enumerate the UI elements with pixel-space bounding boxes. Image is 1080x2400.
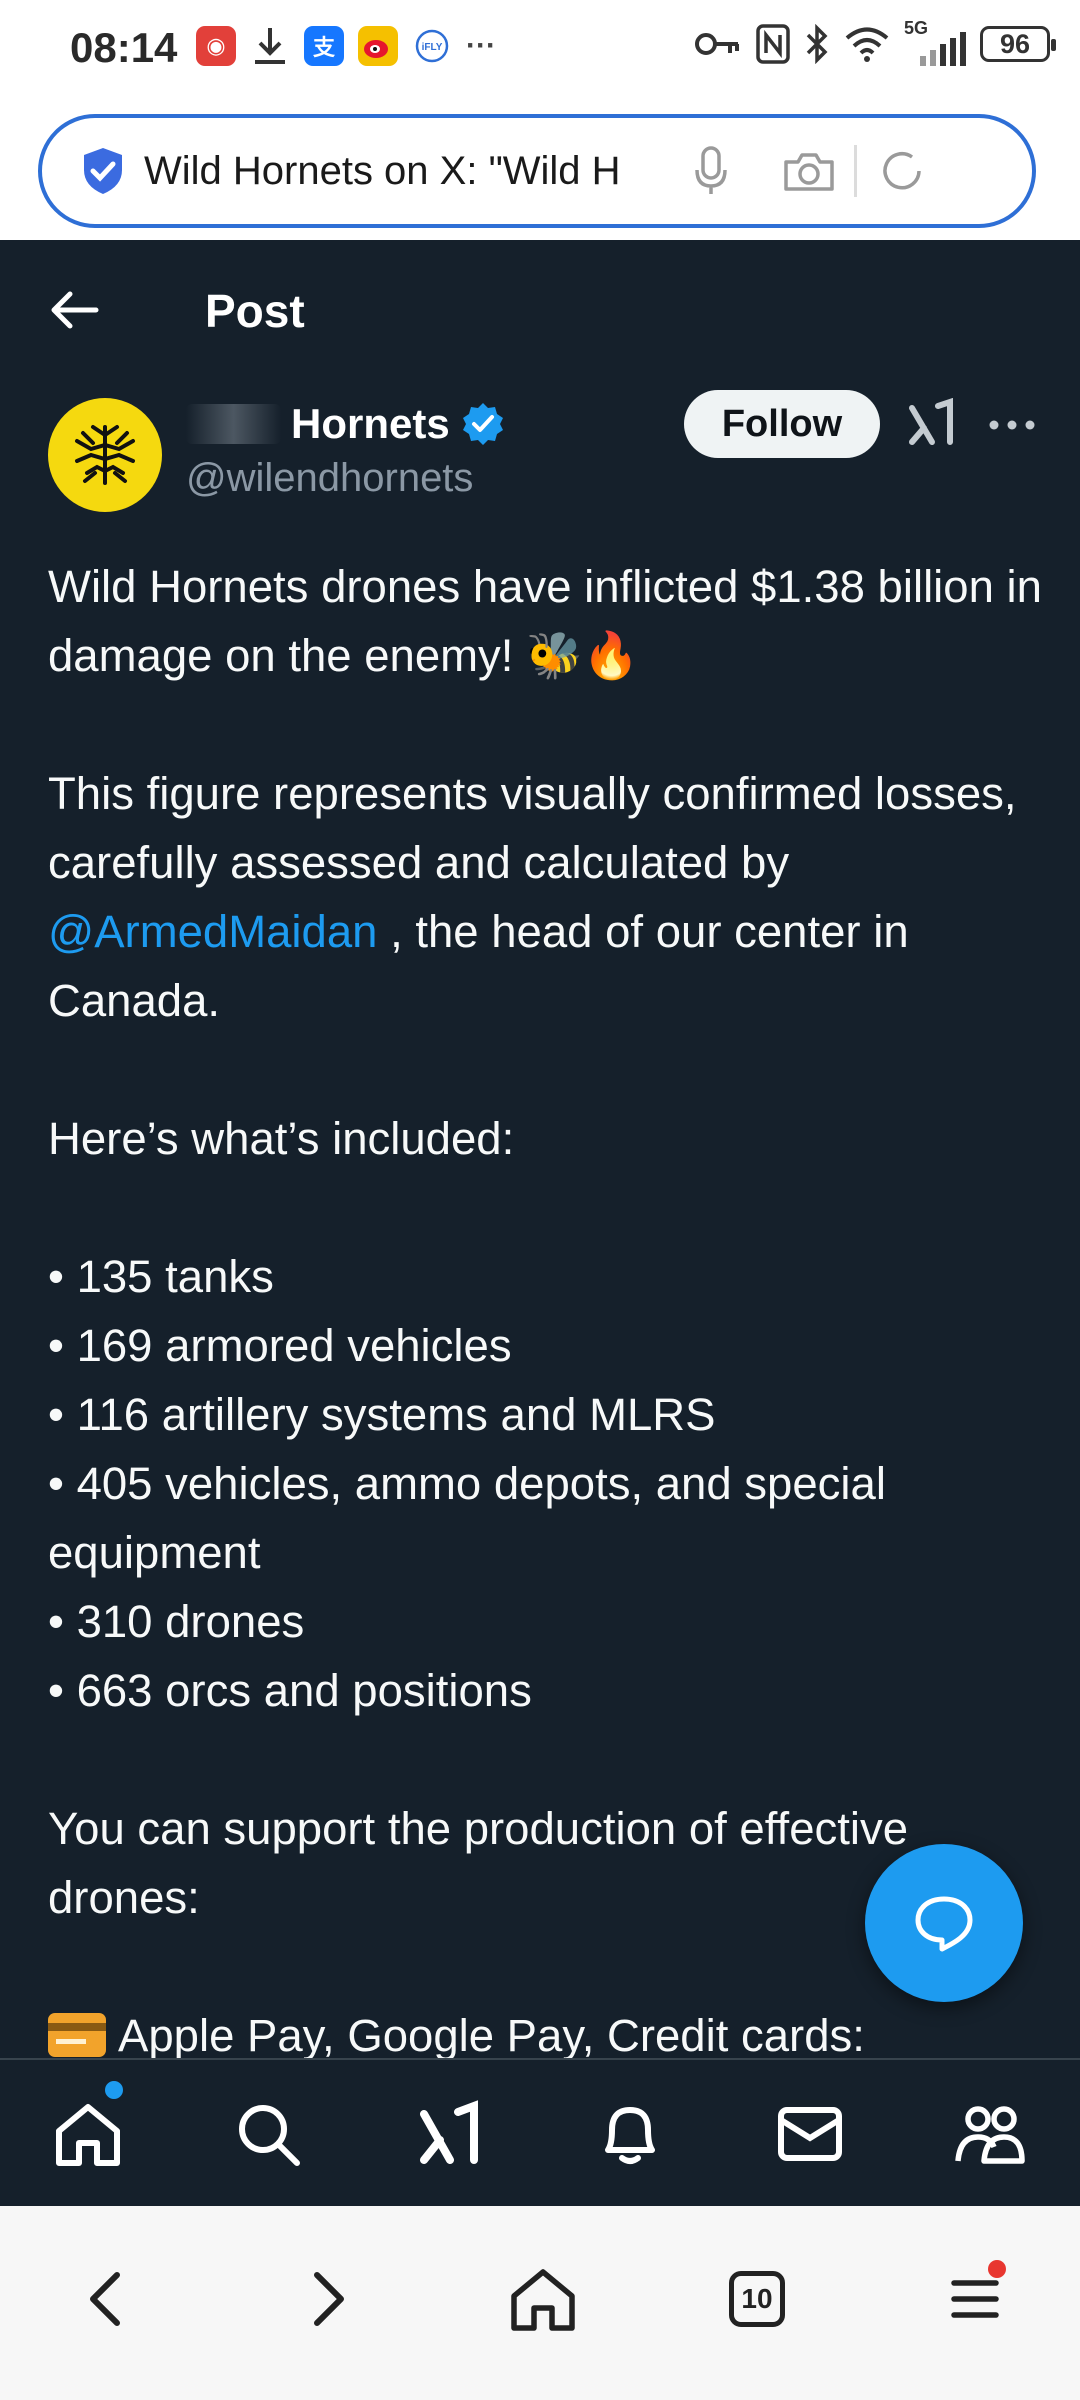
battery-indicator: 96	[980, 26, 1056, 62]
home-icon	[56, 2104, 120, 2166]
svg-text:iFLY: iFLY	[422, 42, 443, 53]
grok-icon	[420, 2100, 478, 2164]
bell-icon	[605, 2107, 655, 2164]
alipay-icon: 支	[304, 26, 344, 66]
refresh-icon[interactable]	[873, 142, 931, 200]
list-item: • 310 drones	[48, 1596, 305, 1647]
x-app-view: Post Hornets @wilendhornets Follow Wild …	[0, 240, 1080, 2206]
post-text: Wild Hornets drones have inflicted $1.38…	[48, 552, 1048, 2070]
cellular-signal-icon: 5G	[904, 18, 966, 66]
post-header: Post	[0, 240, 1080, 380]
chevron-left-icon	[90, 2272, 120, 2326]
address-bar-text[interactable]: Wild Hornets on X: "Wild H	[144, 149, 674, 194]
post-paragraph-2-text: This figure represents visually confirme…	[48, 768, 1017, 888]
weibo-icon	[358, 26, 398, 66]
status-time: 08:14	[70, 24, 178, 71]
nfc-icon	[756, 24, 790, 64]
home-unread-dot	[102, 2078, 126, 2102]
battery-level: 96	[999, 28, 1031, 59]
browser-bottom-nav: 10	[0, 2206, 1080, 2400]
shield-check-icon	[84, 148, 122, 194]
avatar[interactable]	[48, 398, 162, 512]
more-options-icon[interactable]	[984, 398, 1040, 452]
tab-notifications[interactable]	[590, 2094, 670, 2174]
included-heading: Here’s what’s included:	[48, 1113, 515, 1164]
address-bar-divider	[854, 145, 857, 197]
author-handle[interactable]: @wilendhornets	[186, 456, 473, 501]
home-icon	[511, 2269, 575, 2331]
credit-card-icon	[48, 2013, 106, 2057]
status-bar: 08:14 ◉ 支 iFLY ··· 5G 96	[0, 0, 1080, 104]
mail-icon	[778, 2107, 842, 2161]
ifly-icon: iFLY	[412, 26, 452, 66]
post-paragraph-1: Wild Hornets drones have inflicted $1.38…	[48, 561, 1042, 681]
tab-grok[interactable]	[410, 2094, 490, 2174]
reply-fab-button[interactable]	[865, 1844, 1023, 2002]
address-bar[interactable]: Wild Hornets on X: "Wild H	[38, 114, 1036, 228]
browser-forward-button[interactable]	[284, 2254, 374, 2344]
payment-methods-text: Apple Pay, Google Pay, Credit cards:	[118, 2010, 865, 2061]
list-item: • 663 orcs and positions	[48, 1665, 532, 1716]
author-display-name: Hornets	[291, 400, 450, 447]
mention-link[interactable]: @ArmedMaidan	[48, 906, 377, 957]
back-arrow-icon[interactable]	[48, 288, 100, 332]
browser-toolbar: Wild Hornets on X: "Wild H	[0, 104, 1080, 240]
browser-menu-button[interactable]	[930, 2254, 1020, 2344]
chat-bubble-icon	[915, 1896, 973, 1952]
follow-button[interactable]: Follow	[684, 390, 880, 458]
browser-home-button[interactable]	[498, 2254, 588, 2344]
menu-notification-dot	[988, 2260, 1006, 2278]
download-icon	[250, 26, 290, 66]
menu-icon	[951, 2280, 999, 2318]
redacted-name-part	[186, 404, 281, 444]
page-title: Post	[205, 285, 305, 337]
list-item: • 405 vehicles, ammo depots, and special…	[48, 1458, 886, 1578]
tab-messages[interactable]	[770, 2094, 850, 2174]
status-more-icon: ···	[466, 29, 496, 62]
status-right-icons: 5G 96	[694, 18, 1056, 66]
browser-tabs-button[interactable]: 10	[712, 2254, 802, 2344]
tabs-count: 10	[729, 2271, 785, 2327]
bluetooth-icon	[806, 24, 828, 64]
author-name[interactable]: Hornets	[186, 400, 506, 448]
tab-search[interactable]	[228, 2094, 308, 2174]
hornet-logo-icon	[75, 425, 135, 485]
microphone-icon[interactable]	[682, 142, 740, 200]
tab-communities[interactable]	[950, 2094, 1030, 2174]
chevron-right-icon	[314, 2272, 344, 2326]
verified-badge-icon	[462, 403, 503, 445]
tab-home[interactable]	[48, 2094, 128, 2174]
status-app-icons: ◉ 支 iFLY ···	[196, 26, 496, 66]
browser-back-button[interactable]	[60, 2254, 150, 2344]
post-paragraph-2: This figure represents visually confirme…	[48, 759, 1048, 1035]
post-author: Hornets @wilendhornets Follow	[0, 390, 1080, 520]
app-notification-icon: ◉	[196, 26, 236, 66]
communities-icon	[955, 2106, 1025, 2164]
key-icon	[695, 33, 739, 55]
wifi-icon	[845, 27, 889, 62]
grok-icon[interactable]	[904, 398, 958, 452]
x-bottom-tab-bar	[0, 2058, 1080, 2206]
list-item: • 135 tanks	[48, 1251, 274, 1302]
list-item: • 169 armored vehicles	[48, 1320, 512, 1371]
search-icon	[239, 2105, 300, 2166]
camera-icon[interactable]	[780, 142, 838, 200]
list-item: • 116 artillery systems and MLRS	[48, 1389, 716, 1440]
